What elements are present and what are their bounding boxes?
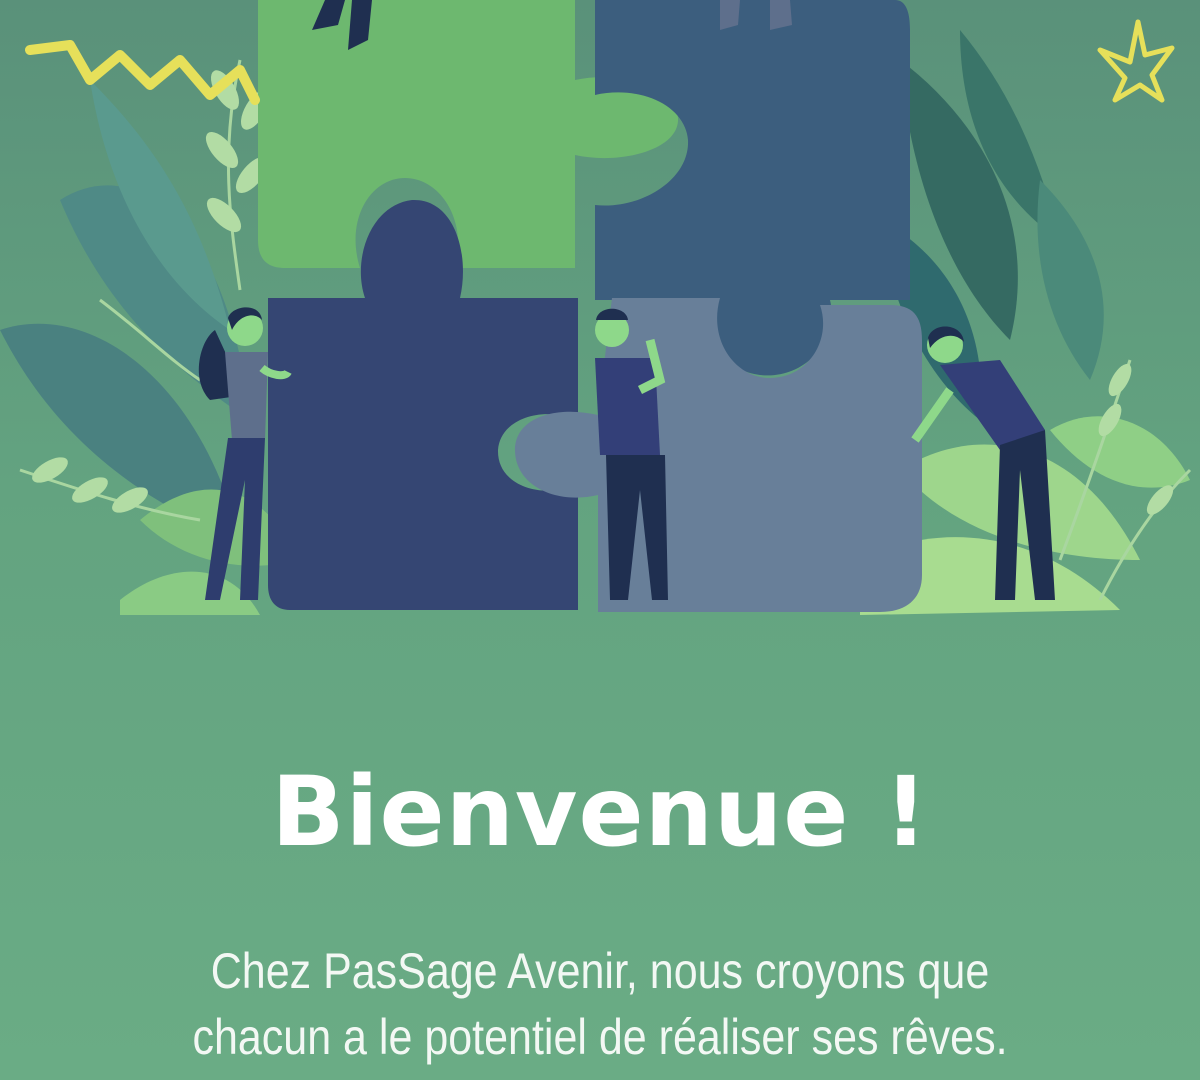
intro-line-2: chacun a le potentiel de réaliser ses rê… — [192, 1009, 1008, 1065]
intro-text: Chez PasSage Avenir, nous croyons que ch… — [136, 938, 1065, 1070]
welcome-title: Bienvenue ! — [271, 756, 929, 869]
intro-line-1: Chez PasSage Avenir, nous croyons que — [210, 943, 990, 999]
puzzle-team-illustration — [0, 0, 1192, 615]
hero-illustration — [0, 0, 1200, 615]
star-doodle-icon — [1097, 19, 1175, 103]
